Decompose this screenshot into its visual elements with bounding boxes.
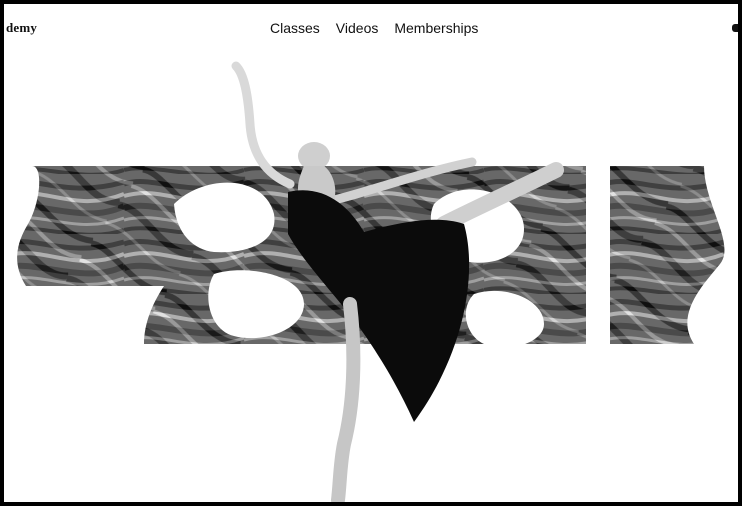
top-navigation-bar: demy Classes Videos Memberships — [4, 4, 738, 54]
hero-section — [4, 54, 738, 502]
nav-classes-link[interactable]: Classes — [270, 20, 320, 36]
page-frame: demy Classes Videos Memberships — [4, 4, 738, 502]
brand-logo[interactable]: demy — [6, 20, 37, 36]
main-nav: Classes Videos Memberships — [270, 20, 478, 36]
nav-memberships-link[interactable]: Memberships — [394, 20, 478, 36]
hero-artwork — [4, 61, 738, 502]
nav-videos-link[interactable]: Videos — [336, 20, 379, 36]
menu-edge-icon[interactable] — [732, 24, 738, 32]
